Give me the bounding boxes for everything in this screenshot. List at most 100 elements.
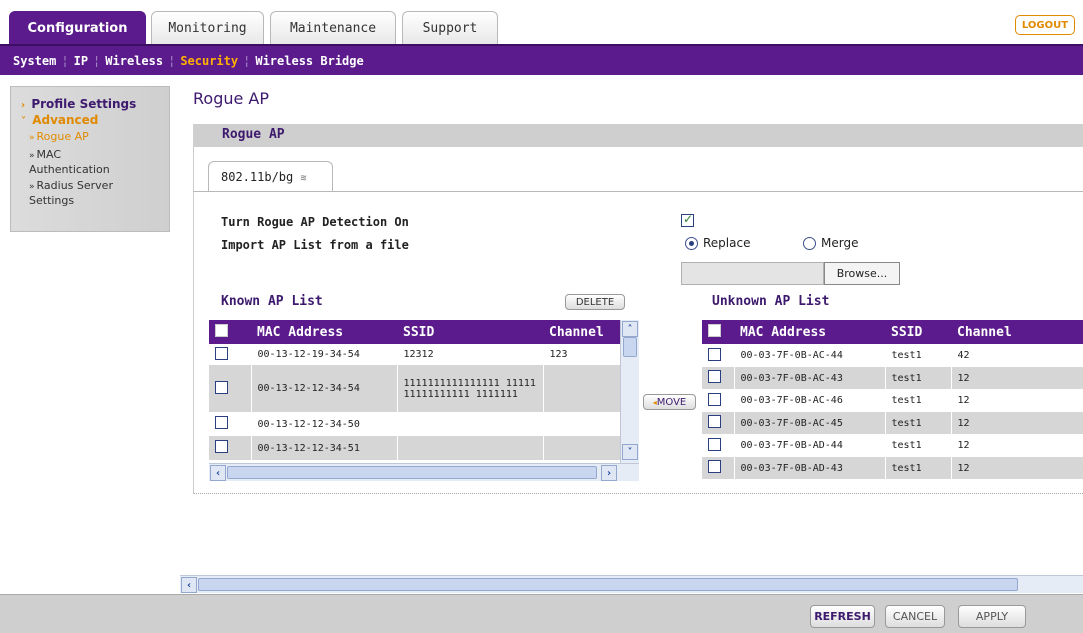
cancel-button[interactable]: CANCEL: [885, 605, 945, 628]
arrow-icon: »: [29, 151, 35, 161]
subnav-wireless[interactable]: Wireless: [100, 54, 168, 68]
row-checkbox[interactable]: [215, 346, 228, 360]
row-checkbox[interactable]: [708, 415, 721, 428]
logout-button[interactable]: LOGOUT: [1015, 15, 1075, 35]
table-row[interactable]: 00-13-12-12-34-50: [209, 412, 622, 436]
menu-item-label: Rogue AP: [36, 130, 89, 143]
scroll-left-icon[interactable]: ‹: [181, 577, 197, 593]
ssid-cell: test1: [885, 389, 952, 412]
scroll-thumb[interactable]: [198, 578, 1018, 591]
radio-replace[interactable]: Replace: [685, 236, 750, 250]
tab-configuration[interactable]: Configuration: [9, 11, 146, 44]
move-button[interactable]: ◂ MOVE: [643, 394, 696, 410]
row-checkbox[interactable]: [215, 440, 228, 453]
row-checkbox[interactable]: [708, 437, 721, 451]
panel-header: Rogue AP: [193, 124, 1083, 147]
unknown-header-mac: MAC Address: [734, 320, 885, 344]
scroll-up-icon[interactable]: ˄: [622, 321, 638, 337]
row-checkbox[interactable]: [708, 370, 721, 383]
scroll-thumb[interactable]: [227, 466, 597, 479]
row-checkbox-cell: [702, 434, 735, 457]
table-row[interactable]: 00-13-12-19-34-54 12312 123: [209, 344, 622, 365]
radio-replace-label: Replace: [703, 236, 751, 250]
channel-cell: 12: [951, 434, 1083, 457]
arrow-icon: »: [29, 133, 35, 143]
chevron-down-icon: ˅: [21, 116, 26, 127]
import-list-label: Import AP List from a file: [221, 238, 409, 252]
ssid-cell: test1: [885, 367, 952, 389]
ssid-cell: 1111111111111111 1111111111111111 111111…: [397, 365, 544, 412]
ssid-cell: test1: [885, 457, 952, 479]
menu-item-rogue-ap[interactable]: » Rogue AP: [29, 130, 169, 145]
subnav-divider: ¦: [168, 53, 176, 68]
known-header-mac: MAC Address: [251, 320, 397, 344]
tab-monitoring[interactable]: Monitoring: [151, 11, 264, 44]
unknown-header-channel: Channel: [951, 320, 1083, 344]
subnav-security[interactable]: Security: [175, 54, 243, 68]
radio-merge-button[interactable]: [803, 236, 816, 250]
radio-replace-button[interactable]: [685, 236, 698, 250]
known-select-all-checkbox[interactable]: [215, 323, 228, 337]
tab-divider: [193, 191, 1083, 192]
scroll-left-icon[interactable]: ‹: [210, 465, 226, 481]
mac-cell: 00-13-12-19-34-54: [251, 344, 398, 365]
menu-item-mac-authentication[interactable]: » MAC Authentication: [29, 148, 124, 176]
table-row[interactable]: 00-03-7F-0B-AD-44 test1 12: [702, 434, 1083, 457]
rogue-detection-checkbox[interactable]: [681, 212, 694, 227]
subnav-system[interactable]: System: [8, 54, 61, 68]
tab-802-11bg[interactable]: 802.11b/bg ≋: [208, 161, 333, 192]
browse-button[interactable]: Browse...: [824, 262, 900, 285]
unknown-ap-table: MAC Address SSID Channel 00-03-7F-0B-AC-…: [702, 320, 1083, 481]
delete-button[interactable]: DELETE: [565, 294, 625, 310]
mac-cell: 00-03-7F-0B-AD-43: [734, 457, 886, 479]
file-path-input[interactable]: [681, 262, 824, 285]
channel-cell: 12: [951, 389, 1083, 412]
table-row[interactable]: 00-03-7F-0B-AC-45 test1 12: [702, 412, 1083, 434]
menu-advanced[interactable]: ˅ Advanced: [21, 113, 169, 127]
wifi-icon: ≋: [300, 173, 307, 184]
scroll-right-icon[interactable]: ›: [601, 465, 617, 481]
menu-item-label: Radius Server Settings: [29, 179, 113, 207]
known-vertical-scrollbar[interactable]: ˄ ˅: [620, 320, 639, 463]
known-header-channel: Channel: [543, 320, 621, 344]
table-row[interactable]: 00-13-12-12-34-54 1111111111111111 11111…: [209, 365, 622, 412]
row-checkbox-cell: [209, 436, 252, 460]
menu-item-radius-server-settings[interactable]: » Radius Server Settings: [29, 179, 159, 207]
row-checkbox[interactable]: [708, 460, 721, 473]
sub-navigation: System ¦ IP ¦ Wireless ¦ Security ¦ Wire…: [0, 44, 1083, 75]
apply-button[interactable]: APPLY: [958, 605, 1026, 628]
ssid-cell: 12312: [397, 344, 544, 365]
refresh-button[interactable]: REFRESH: [810, 605, 875, 628]
subnav-ip[interactable]: IP: [69, 54, 93, 68]
row-checkbox[interactable]: [708, 347, 721, 361]
menu-item-label: MAC Authentication: [29, 148, 110, 176]
unknown-select-all-checkbox[interactable]: [708, 323, 721, 337]
ssid-cell: test1: [885, 434, 952, 457]
mac-cell: 00-03-7F-0B-AD-44: [734, 434, 886, 457]
table-row[interactable]: 00-03-7F-0B-AC-43 test1 12: [702, 367, 1083, 389]
table-row[interactable]: 00-03-7F-0B-AC-46 test1 12: [702, 389, 1083, 412]
page-title: Rogue AP: [193, 89, 270, 108]
row-checkbox[interactable]: [215, 380, 228, 394]
row-checkbox[interactable]: [215, 416, 228, 429]
known-horizontal-scrollbar[interactable]: ‹ ›: [209, 463, 639, 481]
table-row[interactable]: 00-03-7F-0B-AD-43 test1 12: [702, 457, 1083, 479]
radio-merge[interactable]: Merge: [803, 236, 858, 250]
mac-cell: 00-03-7F-0B-AC-44: [734, 344, 886, 367]
channel-cell: 12: [951, 412, 1083, 434]
table-row[interactable]: 00-03-7F-0B-AC-44 test1 42: [702, 344, 1083, 367]
channel-cell: [543, 365, 622, 412]
ssid-cell: test1: [885, 344, 952, 367]
row-checkbox[interactable]: [708, 392, 721, 406]
page-horizontal-scrollbar[interactable]: ‹: [180, 575, 1083, 593]
ssid-cell: [397, 436, 544, 460]
table-row[interactable]: 00-13-12-12-34-51: [209, 436, 622, 460]
scroll-thumb[interactable]: [623, 337, 637, 357]
scroll-down-icon[interactable]: ˅: [622, 444, 638, 460]
tab-support[interactable]: Support: [402, 11, 498, 44]
menu-profile-settings[interactable]: › Profile Settings: [21, 97, 169, 111]
subnav-wireless-bridge[interactable]: Wireless Bridge: [250, 54, 368, 68]
tab-maintenance[interactable]: Maintenance: [270, 11, 396, 44]
mac-cell: 00-03-7F-0B-AC-46: [734, 389, 886, 412]
unknown-select-all-header: [702, 320, 734, 344]
